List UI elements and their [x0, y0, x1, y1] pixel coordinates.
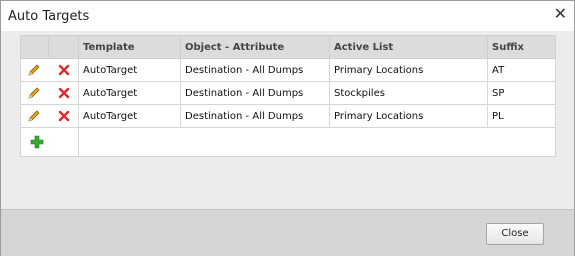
delete-cell — [48, 104, 79, 128]
auto-targets-dialog: Auto Targets ✕ Template Object - Attribu… — [0, 0, 575, 256]
add-icon[interactable] — [30, 135, 44, 149]
cell-template: AutoTarget — [78, 58, 181, 82]
cell-object-attribute: Destination - All Dumps — [180, 104, 330, 128]
cell-template: AutoTarget — [78, 81, 181, 105]
cell-suffix: SP — [487, 81, 556, 105]
edit-column-header — [20, 35, 49, 59]
dialog-footer: Close — [1, 209, 574, 256]
delete-icon[interactable] — [57, 109, 71, 123]
close-button[interactable]: Close — [486, 223, 544, 245]
cell-object-attribute: Destination - All Dumps — [180, 81, 330, 105]
pencil-icon[interactable] — [27, 63, 41, 77]
table-row: AutoTarget Destination - All Dumps Stock… — [20, 81, 556, 105]
cell-active-list: Primary Locations — [329, 58, 488, 82]
cell-suffix: PL — [487, 104, 556, 128]
cell-object-attribute: Destination - All Dumps — [180, 58, 330, 82]
cell-suffix: AT — [487, 58, 556, 82]
dialog-title: Auto Targets — [8, 9, 90, 24]
column-header-active-list: Active List — [329, 35, 488, 59]
edit-cell — [20, 104, 49, 128]
pencil-icon[interactable] — [27, 109, 41, 123]
dialog-titlebar: Auto Targets ✕ — [1, 1, 574, 31]
delete-column-header — [48, 35, 79, 59]
close-icon[interactable]: ✕ — [554, 6, 567, 22]
cell-active-list: Stockpiles — [329, 81, 488, 105]
table-header-row: Template Object - Attribute Active List … — [20, 35, 556, 59]
cell-template: AutoTarget — [78, 104, 181, 128]
delete-cell — [48, 81, 79, 105]
pencil-icon[interactable] — [27, 86, 41, 100]
edit-cell — [20, 58, 49, 82]
auto-targets-table: Template Object - Attribute Active List … — [20, 35, 556, 157]
column-header-object-attribute: Object - Attribute — [180, 35, 330, 59]
delete-cell — [48, 58, 79, 82]
cell-active-list: Primary Locations — [329, 104, 488, 128]
delete-icon[interactable] — [57, 63, 71, 77]
table-row: AutoTarget Destination - All Dumps Prima… — [20, 58, 556, 82]
dialog-content: Template Object - Attribute Active List … — [1, 31, 574, 209]
add-row — [20, 127, 556, 157]
edit-cell — [20, 81, 49, 105]
add-row-empty — [78, 127, 556, 157]
column-header-template: Template — [78, 35, 181, 59]
table-row: AutoTarget Destination - All Dumps Prima… — [20, 104, 556, 128]
column-header-suffix: Suffix — [487, 35, 556, 59]
add-cell — [20, 127, 79, 157]
delete-icon[interactable] — [57, 86, 71, 100]
